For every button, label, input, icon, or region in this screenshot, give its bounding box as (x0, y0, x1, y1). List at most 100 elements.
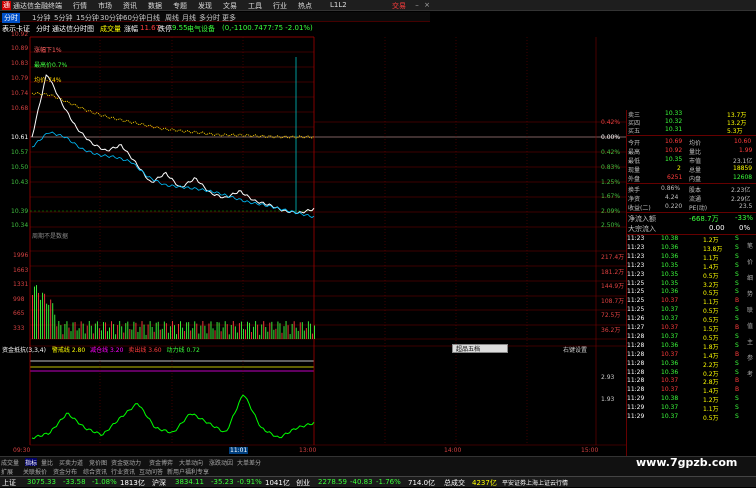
side-tab[interactable]: 主 (747, 337, 753, 346)
volume-bar (135, 322, 137, 339)
side-tab[interactable]: 考 (747, 369, 753, 378)
tick-side: B (735, 377, 740, 385)
menu-gongju[interactable]: 工具 (248, 1, 262, 11)
volume-bar (178, 323, 179, 339)
period-day[interactable]: 日线 (146, 13, 160, 23)
info-line: 表示卡证 分时 通达信分时图 成交量 涨幅 11.67 跌停 9.55 电气设备… (0, 23, 430, 33)
mini-panel-button[interactable]: 超品五档 (452, 344, 508, 353)
open-row: 今开 10.69 均价 10.60 (627, 138, 756, 147)
period-bar: 分时 1分钟 5分钟 15分钟 30分钟 60分钟 日线 周线 月线 多分时 更… (0, 12, 430, 23)
volume-bar (259, 334, 261, 339)
volume-bar (184, 331, 186, 339)
tick-row: 11:25 10.37 0.5万 S (627, 306, 756, 315)
period-30min[interactable]: 30分钟 (100, 13, 123, 23)
volume-bar (143, 324, 145, 339)
minimize-icon[interactable]: – (412, 0, 422, 10)
cur-value: 2 (677, 165, 681, 172)
tick-time: 11:28 (627, 368, 645, 376)
menu-shuju[interactable]: 数据 (148, 1, 162, 11)
tick-side: B (735, 324, 740, 331)
volume-bar (129, 328, 131, 339)
period-15min[interactable]: 15分钟 (76, 13, 99, 23)
high-label: 最高 (628, 149, 641, 156)
menu-redian[interactable]: 热点 (298, 1, 312, 11)
side-tab[interactable]: 参 (747, 353, 753, 362)
tab-tabs2-5[interactable]: 互动问答 (139, 467, 163, 476)
period-month[interactable]: 月线 (182, 13, 196, 23)
period-more[interactable]: 更多 (222, 13, 236, 23)
side-tab[interactable]: 联 (747, 305, 753, 314)
tick-side: S (735, 395, 739, 403)
period-week[interactable]: 周线 (165, 13, 179, 23)
mv-label: 市值 (689, 158, 702, 165)
menu-zixun[interactable]: 资讯 (123, 1, 137, 11)
tick-price: 10.37 (661, 324, 679, 331)
volume-bar (157, 321, 159, 339)
volume-bar (275, 328, 277, 339)
volume-bar (192, 328, 194, 339)
tab-tabs2-3[interactable]: 综合资讯 (83, 467, 107, 476)
menu-shichang[interactable]: 市场 (98, 1, 112, 11)
volume-bar (218, 322, 220, 339)
tab-tabs2-0[interactable]: 扩展 (1, 467, 13, 476)
tick-row: 11:28 10.36 2.2万 S (627, 359, 756, 369)
side-tab[interactable]: 细 (747, 273, 753, 282)
volume-bar (210, 321, 212, 339)
volume-bar (115, 334, 117, 339)
price-axis-2: 10.83 (11, 60, 29, 67)
big-value: 0.00 (709, 224, 725, 232)
period-1min[interactable]: 1分钟 (32, 13, 50, 23)
volume-bar (251, 332, 253, 339)
pct-axis-4: 1.25% (601, 179, 621, 186)
tab-tabs2-1[interactable]: 关联报价 (23, 467, 47, 476)
volume-bar (98, 328, 100, 339)
volume-bar (279, 323, 281, 339)
volume-bar (119, 321, 121, 339)
volume-bar (54, 314, 56, 339)
tick-row: 11:28 10.36 1.8万 S (627, 342, 756, 351)
period-multi[interactable]: 多分时 (199, 13, 220, 23)
menu-faxian[interactable]: 发现 (198, 1, 212, 11)
pct-axis-7: 2.50% (601, 222, 621, 229)
side-tab[interactable]: 价 (747, 257, 753, 266)
tick-time: 11:28 (627, 350, 645, 358)
indicator-line (31, 394, 315, 440)
volume-bar (194, 321, 196, 339)
side-tab[interactable]: 笔 (747, 241, 753, 250)
intraday-chart[interactable] (0, 33, 626, 456)
volume-bar (236, 332, 238, 339)
tick-time: 11:28 (627, 359, 645, 367)
time-1400: 14:00 (444, 447, 462, 454)
menu-hangye[interactable]: 行业 (273, 1, 287, 11)
menu-wenyi[interactable]: 文易 (223, 1, 237, 11)
price-axis-1: 10.89 (11, 45, 29, 52)
indicator-name: 资金抵抗(3,3,4) (2, 347, 46, 354)
menu-hangqing[interactable]: 行情 (73, 1, 87, 11)
ask3-price: 10.33 (665, 110, 683, 117)
note-3: 均价-74% (34, 77, 62, 84)
tab-tabs2-2[interactable]: 资金分布 (53, 467, 77, 476)
menu-zhuanti[interactable]: 专题 (173, 1, 187, 11)
volume-bar (263, 321, 265, 339)
volume-bar (36, 285, 37, 339)
tick-row: 11:28 10.37 0.5万 S (627, 333, 756, 342)
tick-price: 10.36 (661, 288, 679, 296)
float-label: 流通 (689, 196, 702, 203)
trade-button[interactable]: 交易 (392, 1, 406, 11)
tab-tabs2-6[interactable]: 新用户福利专享 (167, 467, 209, 476)
period-5min[interactable]: 5分钟 (54, 13, 72, 23)
settings-hint[interactable]: 右键设置 (563, 345, 587, 354)
volume-bar (163, 321, 165, 339)
period-60min[interactable]: 60分钟 (123, 13, 146, 23)
period-fenshi[interactable]: 分时 (2, 13, 20, 23)
volume-bar (224, 321, 226, 339)
tick-side: B (735, 297, 740, 305)
close-icon[interactable]: × (422, 0, 432, 10)
side-tab[interactable]: 值 (747, 321, 753, 330)
cur-label: 现量 (628, 167, 641, 174)
nav-value: 4.24 (665, 194, 679, 201)
ask3-row: 卖三 10.33 13.7万 (627, 110, 756, 119)
tab-tabs2-4[interactable]: 行业资讯 (111, 467, 135, 476)
vol-axis-r-1: 181.2万 (601, 269, 625, 276)
side-tab[interactable]: 势 (747, 289, 753, 298)
